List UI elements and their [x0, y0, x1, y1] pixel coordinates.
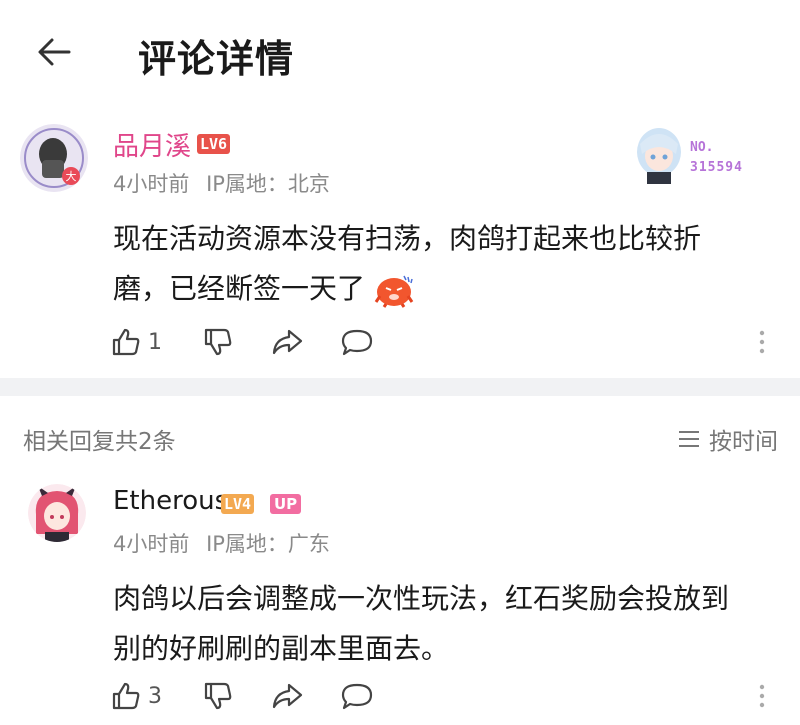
avatar[interactable]: 大: [20, 124, 88, 192]
thumbs-up-icon: [112, 328, 140, 356]
speech-bubble-icon: [341, 329, 373, 356]
avatar[interactable]: [28, 484, 86, 542]
fan-card-number: 315594: [690, 160, 743, 175]
thumbs-up-icon: [112, 682, 140, 710]
fan-card-avatar-icon: [637, 128, 681, 184]
svg-text:大: 大: [66, 169, 77, 183]
dislike-button[interactable]: [202, 678, 234, 714]
sort-lines-icon: [679, 431, 699, 447]
comment-actions: 3: [110, 678, 780, 714]
replies-count: 相关回复共2条: [23, 429, 176, 455]
like-button[interactable]: 1: [110, 324, 162, 360]
level-badge: LV6: [197, 134, 231, 154]
reply-comment: Etherous LV4 UP 4小时前 IP属地：广东 肉鸽以后会调整成一次性…: [0, 478, 800, 718]
share-button[interactable]: [270, 324, 304, 360]
sort-label: 按时间: [709, 429, 778, 455]
reply-button[interactable]: [340, 324, 374, 360]
like-count: 1: [148, 329, 162, 355]
share-icon: [272, 329, 303, 355]
fan-card-label: NO.: [690, 140, 714, 155]
ip-location: IP属地：广东: [206, 532, 330, 556]
dislike-button[interactable]: [202, 324, 234, 360]
replies-header: 相关回复共2条 按时间: [0, 418, 800, 458]
speech-bubble-icon: [341, 683, 373, 710]
like-button[interactable]: 3: [110, 678, 162, 714]
comment-actions: 1: [110, 324, 780, 360]
comment-text: 现在活动资源本没有扫荡，肉鸽打起来也比较折磨，已经断签一天了: [113, 214, 753, 314]
arrow-left-icon: [38, 38, 71, 66]
share-icon: [272, 683, 303, 709]
timestamp: 4小时前: [113, 172, 190, 196]
more-vertical-icon: [759, 684, 765, 708]
timestamp: 4小时前: [113, 532, 190, 556]
section-divider: [0, 378, 800, 396]
comment-text: 肉鸽以后会调整成一次性玩法，红石奖励会投放到别的好刷刷的副本里面去。: [113, 574, 753, 674]
more-options-button[interactable]: [756, 678, 768, 714]
ip-location: IP属地：北京: [206, 172, 330, 196]
fan-card[interactable]: NO. 315594: [632, 124, 782, 184]
thumbs-down-icon: [204, 682, 232, 710]
up-badge: UP: [270, 494, 302, 514]
thumbs-down-icon: [204, 328, 232, 356]
reply-button[interactable]: [340, 678, 374, 714]
comment-text-content: 肉鸽以后会调整成一次性玩法，红石奖励会投放到别的好刷刷的副本里面去。: [113, 582, 730, 665]
emoji-sticker-icon: [374, 275, 414, 308]
sort-button[interactable]: 按时间: [677, 422, 778, 456]
username[interactable]: 品月溪: [113, 126, 191, 163]
share-button[interactable]: [270, 678, 304, 714]
username[interactable]: Etherous: [113, 486, 228, 516]
page-title: 评论详情: [138, 37, 295, 81]
comment-meta: 4小时前 IP属地：广东: [113, 528, 340, 558]
top-bar: 评论详情: [0, 0, 800, 100]
main-comment: 大 品月溪 LV6 4小时前 IP属地：北京 NO. 315594 现在活动资源…: [0, 118, 800, 376]
more-options-button[interactable]: [756, 324, 768, 360]
back-button[interactable]: [30, 30, 78, 74]
more-vertical-icon: [759, 330, 765, 354]
like-count: 3: [148, 683, 162, 709]
comment-meta: 4小时前 IP属地：北京: [113, 168, 340, 198]
level-badge: LV4: [221, 494, 255, 514]
